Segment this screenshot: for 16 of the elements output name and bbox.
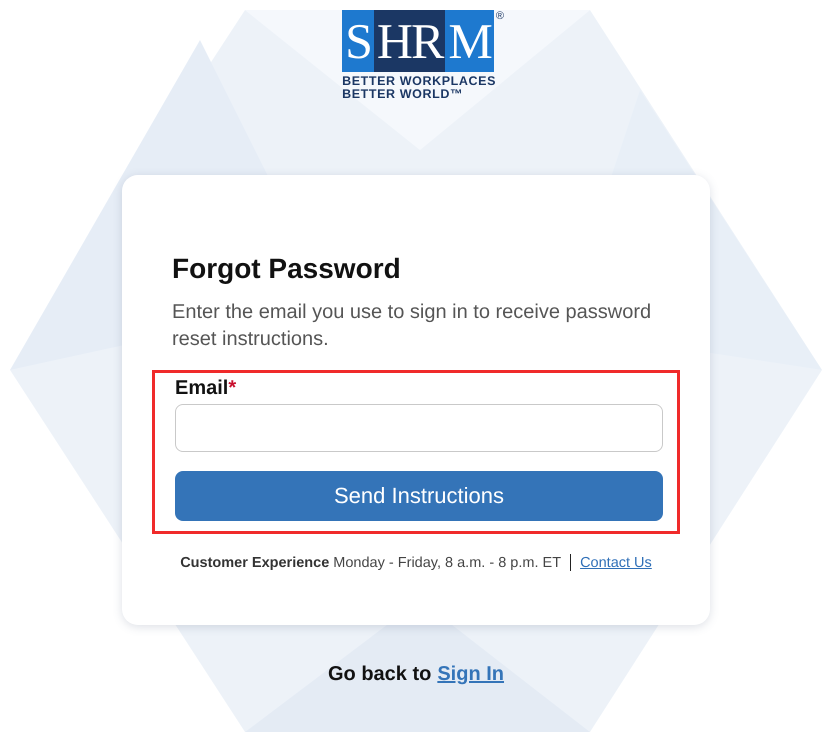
logo-tagline: BETTER WORKPLACES [342,75,496,88]
registered-mark: ® [496,10,504,22]
email-label: Email* [175,377,238,400]
support-hours: Monday - Friday, 8 a.m. - 8 p.m. ET [333,554,562,570]
logo-letters: HR [374,10,446,72]
logo-tagline: BETTER WORLD™ [342,88,464,101]
go-back-text: Go back to [328,663,432,686]
contact-us-link[interactable]: Contact Us [580,554,652,570]
description: Enter the email you use to sign in to receive password reset instructions. [172,300,652,352]
send-instructions-button[interactable]: Send Instructions [175,471,663,521]
logo-letters: M [445,10,494,72]
sign-in-link[interactable]: Sign In [437,663,504,686]
email-field[interactable] [175,404,663,452]
support-label: Customer Experience [180,554,330,570]
logo-letters: S [342,10,374,72]
page-title: Forgot Password [172,253,402,285]
